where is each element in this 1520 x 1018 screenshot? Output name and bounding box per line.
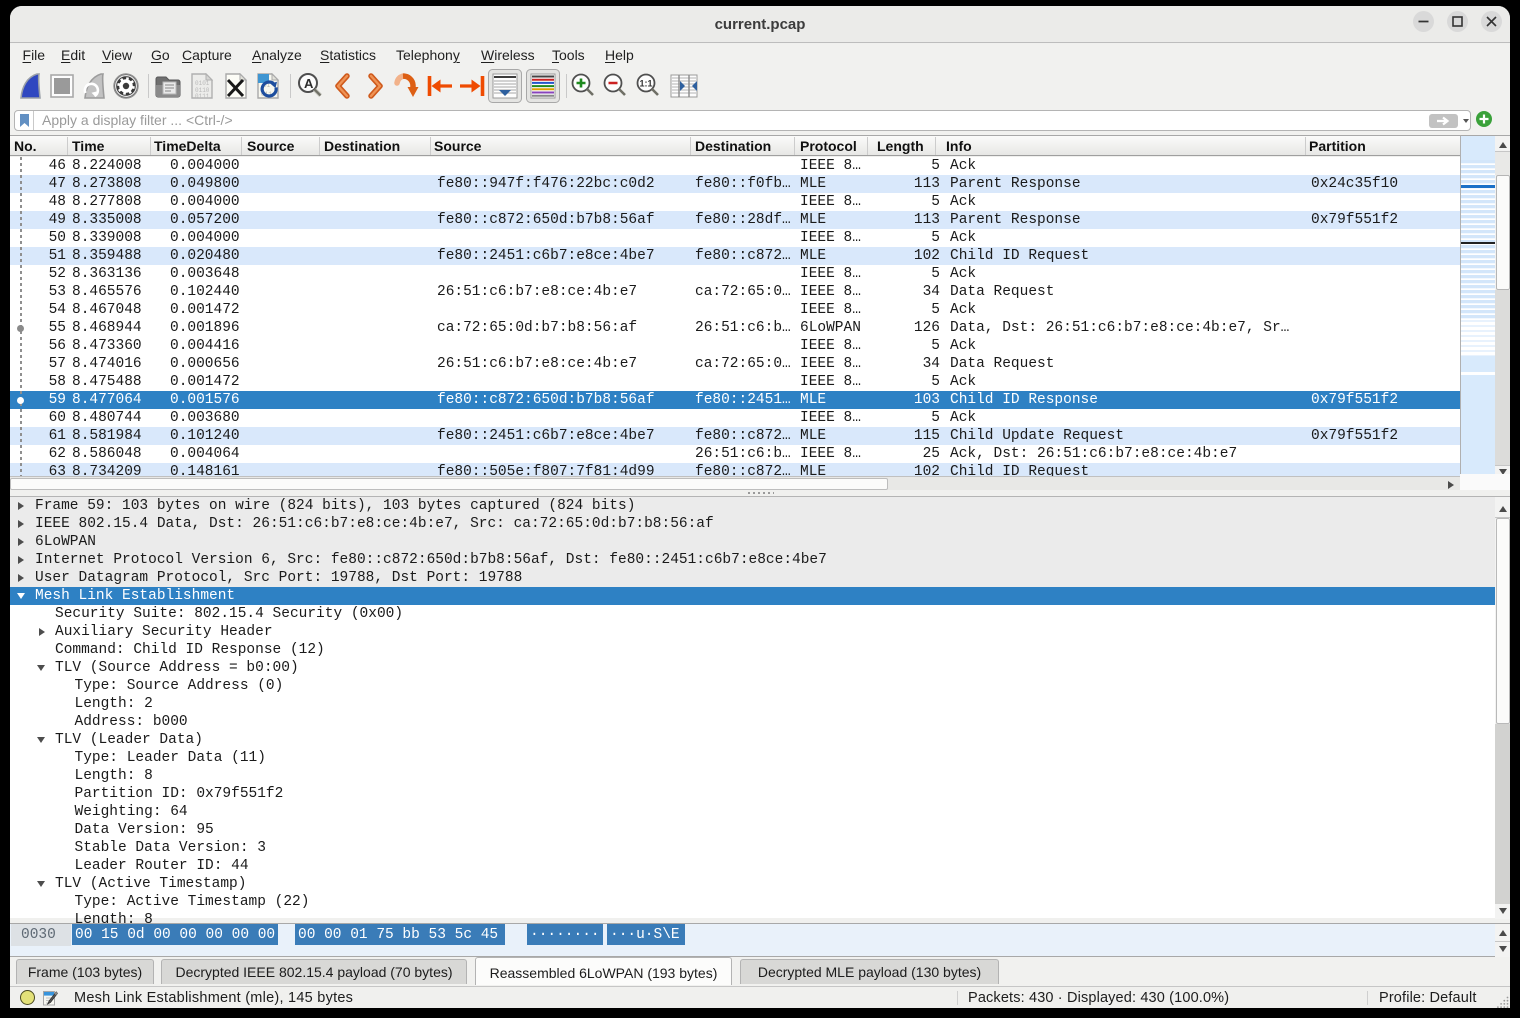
svg-text:A: A — [304, 76, 314, 91]
svg-text:0111: 0111 — [195, 93, 210, 99]
svg-text:0101: 0101 — [195, 80, 210, 87]
svg-text:1:1: 1:1 — [640, 79, 653, 89]
